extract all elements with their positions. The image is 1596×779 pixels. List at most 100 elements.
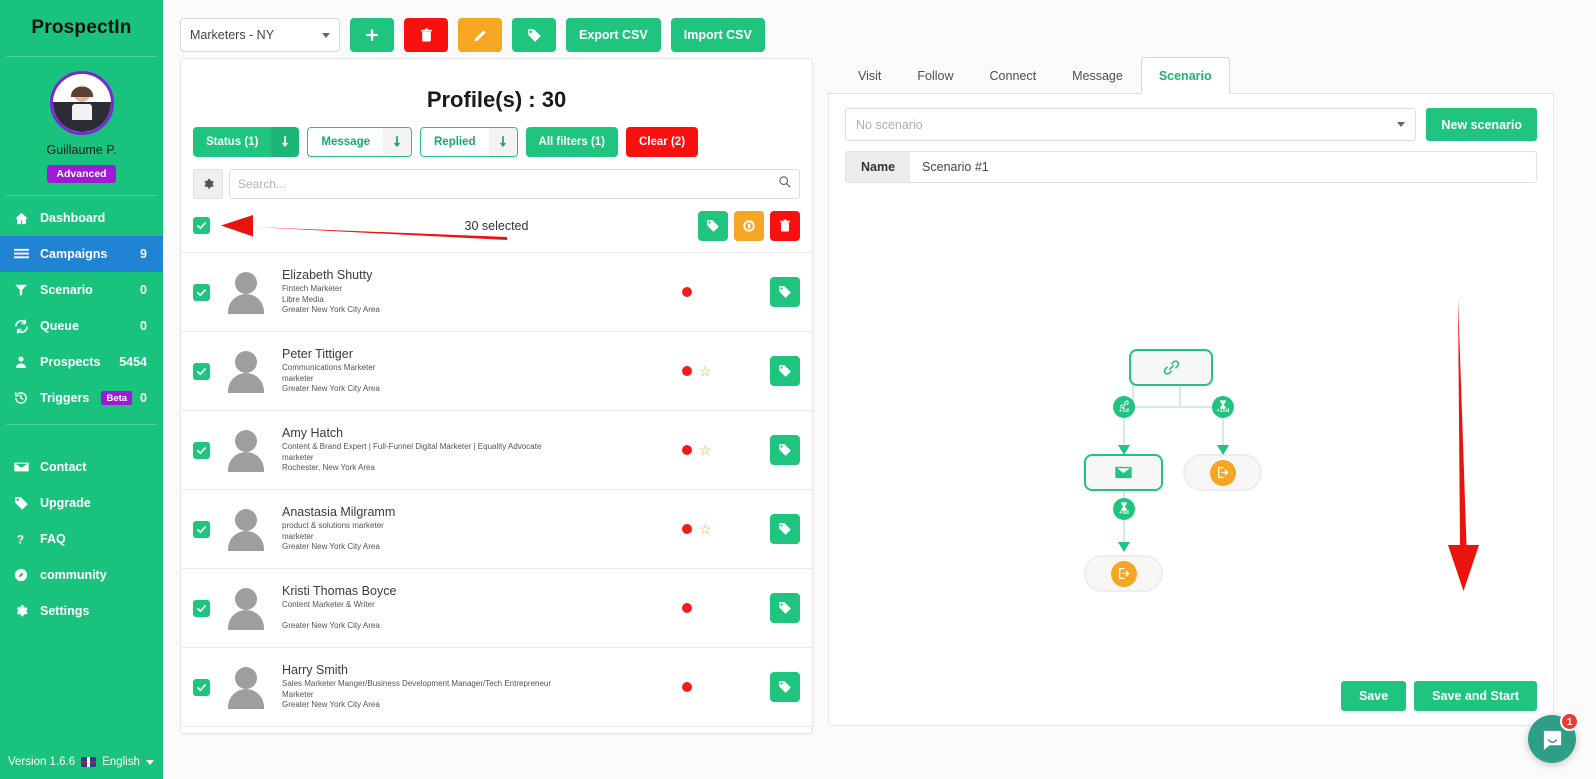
flow-line <box>1179 384 1181 408</box>
import-csv-button[interactable]: Import CSV <box>671 18 765 52</box>
flow-node-exit-right[interactable] <box>1183 454 1262 491</box>
save-button[interactable]: Save <box>1341 681 1406 711</box>
row-checkbox[interactable] <box>193 363 210 380</box>
table-row[interactable]: Peter Tittiger Communications Marketer m… <box>181 332 812 411</box>
row-tag-button[interactable] <box>770 435 800 465</box>
sidebar-nav-secondary: Contact Upgrade ? FAQ community <box>0 449 163 629</box>
scenario-select[interactable]: No scenario <box>845 108 1416 141</box>
sidebar-nav-primary: Dashboard Campaigns 9 Scenario 0 <box>0 200 163 416</box>
sidebar-item-settings[interactable]: Settings <box>0 593 163 629</box>
profile-info: Peter Tittiger Communications Marketer m… <box>282 347 612 395</box>
flow-node-connect[interactable] <box>1129 349 1213 386</box>
exit-icon <box>1210 460 1236 486</box>
star-icon[interactable]: ☆ <box>699 364 712 378</box>
scenario-name-input[interactable]: Scenario #1 <box>910 152 1536 182</box>
sidebar-item-queue[interactable]: Queue 0 <box>0 308 163 344</box>
row-tag-button[interactable] <box>770 514 800 544</box>
row-checkbox[interactable] <box>193 442 210 459</box>
sidebar-item-community[interactable]: community <box>0 557 163 593</box>
bulk-export-button[interactable] <box>734 211 764 241</box>
sidebar-item-upgrade[interactable]: Upgrade <box>0 485 163 521</box>
main-area: Marketers - NY Export CSV Import CSV Pro… <box>163 0 1596 779</box>
column-settings-button[interactable] <box>193 169 223 199</box>
tag-campaign-button[interactable] <box>512 18 556 52</box>
filter-message[interactable]: Message <box>307 127 412 157</box>
search-field[interactable] <box>229 169 800 199</box>
profile-company: marketer <box>282 532 612 543</box>
profile-status: ☆ <box>612 364 770 378</box>
filter-status-label: Status (1) <box>193 127 271 157</box>
table-row[interactable]: Kristi Thomas Boyce Content Marketer & W… <box>181 569 812 648</box>
bulk-tag-button[interactable] <box>698 211 728 241</box>
all-filters-button[interactable]: All filters (1) <box>526 127 618 157</box>
language-label[interactable]: English <box>102 756 140 768</box>
tab-message[interactable]: Message <box>1054 57 1141 94</box>
row-checkbox[interactable] <box>193 521 210 538</box>
tab-visit[interactable]: Visit <box>840 57 899 94</box>
trash-icon <box>779 219 791 233</box>
gear-icon <box>14 604 40 618</box>
envelope-icon <box>1115 466 1132 479</box>
row-tag-button[interactable] <box>770 356 800 386</box>
sidebar-item-faq[interactable]: ? FAQ <box>0 521 163 557</box>
row-checkbox[interactable] <box>193 284 210 301</box>
page-title: Profile(s) : 30 <box>181 59 812 119</box>
sidebar-item-triggers[interactable]: Triggers Beta 0 <box>0 380 163 416</box>
chevron-down-icon[interactable] <box>146 760 154 765</box>
flow-badge-timeout[interactable]: +15d <box>1212 396 1234 418</box>
sidebar-item-campaigns[interactable]: Campaigns 9 <box>0 236 163 272</box>
profile-info: Harry Smith Sales Marketer Manger/Busine… <box>282 663 677 711</box>
filter-replied[interactable]: Replied <box>420 127 518 157</box>
avatar-photo <box>53 74 111 132</box>
sidebar-item-dashboard[interactable]: Dashboard <box>0 200 163 236</box>
flow-badge-connect-delay[interactable]: +1d <box>1113 396 1135 418</box>
tab-connect[interactable]: Connect <box>972 57 1055 94</box>
tab-follow[interactable]: Follow <box>899 57 971 94</box>
row-tag-button[interactable] <box>770 593 800 623</box>
add-campaign-button[interactable] <box>350 18 394 52</box>
new-scenario-button[interactable]: New scenario <box>1426 108 1537 141</box>
search-input[interactable] <box>238 177 778 191</box>
flow-badge-message-delay[interactable]: +5d <box>1113 498 1135 520</box>
tag-icon <box>778 443 792 457</box>
star-icon[interactable]: ☆ <box>699 443 712 457</box>
star-icon[interactable]: ☆ <box>699 522 712 536</box>
avatar[interactable] <box>50 71 114 135</box>
profile-title: Fintech Marketer <box>282 284 612 295</box>
row-tag-button[interactable] <box>770 277 800 307</box>
exit-icon <box>1111 561 1137 587</box>
select-all-checkbox[interactable] <box>193 217 210 234</box>
table-row[interactable]: Harry Smith Sales Marketer Manger/Busine… <box>181 648 812 727</box>
delete-campaign-button[interactable] <box>404 18 448 52</box>
row-tag-button[interactable] <box>770 672 800 702</box>
campaign-select[interactable]: Marketers - NY <box>180 18 340 52</box>
row-checkbox[interactable] <box>193 679 210 696</box>
flow-node-message[interactable] <box>1084 454 1163 491</box>
save-and-start-button[interactable]: Save and Start <box>1414 681 1537 711</box>
sidebar-label-contact: Contact <box>40 460 163 474</box>
tag-icon <box>14 496 40 511</box>
status-dot-icon <box>682 603 692 613</box>
search-icon[interactable] <box>778 175 791 193</box>
profile-company <box>282 611 612 621</box>
filter-status[interactable]: Status (1) <box>193 127 299 157</box>
export-csv-button[interactable]: Export CSV <box>566 18 661 52</box>
profile-info: Kristi Thomas Boyce Content Marketer & W… <box>282 584 612 631</box>
profile-location: Greater New York City Area <box>282 621 612 632</box>
bulk-delete-button[interactable] <box>770 211 800 241</box>
table-row[interactable]: Amy Hatch Content & Brand Expert | Full-… <box>181 411 812 490</box>
sidebar-item-contact[interactable]: Contact <box>0 449 163 485</box>
table-row[interactable]: Anastasia Milgramm product & solutions m… <box>181 490 812 569</box>
edit-campaign-button[interactable] <box>458 18 502 52</box>
clear-filters-button[interactable]: Clear (2) <box>626 127 698 157</box>
sidebar-item-scenario[interactable]: Scenario 0 <box>0 272 163 308</box>
search-row <box>181 163 812 199</box>
row-checkbox[interactable] <box>193 600 210 617</box>
tab-scenario[interactable]: Scenario <box>1141 57 1230 94</box>
profile-name: Peter Tittiger <box>282 347 612 361</box>
flow-node-exit-bottom[interactable] <box>1084 555 1163 592</box>
table-row[interactable]: Elizabeth Shutty Fintech Marketer Libre … <box>181 253 812 332</box>
chat-launcher-button[interactable]: 1 <box>1528 715 1576 763</box>
sidebar-item-prospects[interactable]: Prospects 5454 <box>0 344 163 380</box>
sidebar-label-dashboard: Dashboard <box>40 211 147 225</box>
